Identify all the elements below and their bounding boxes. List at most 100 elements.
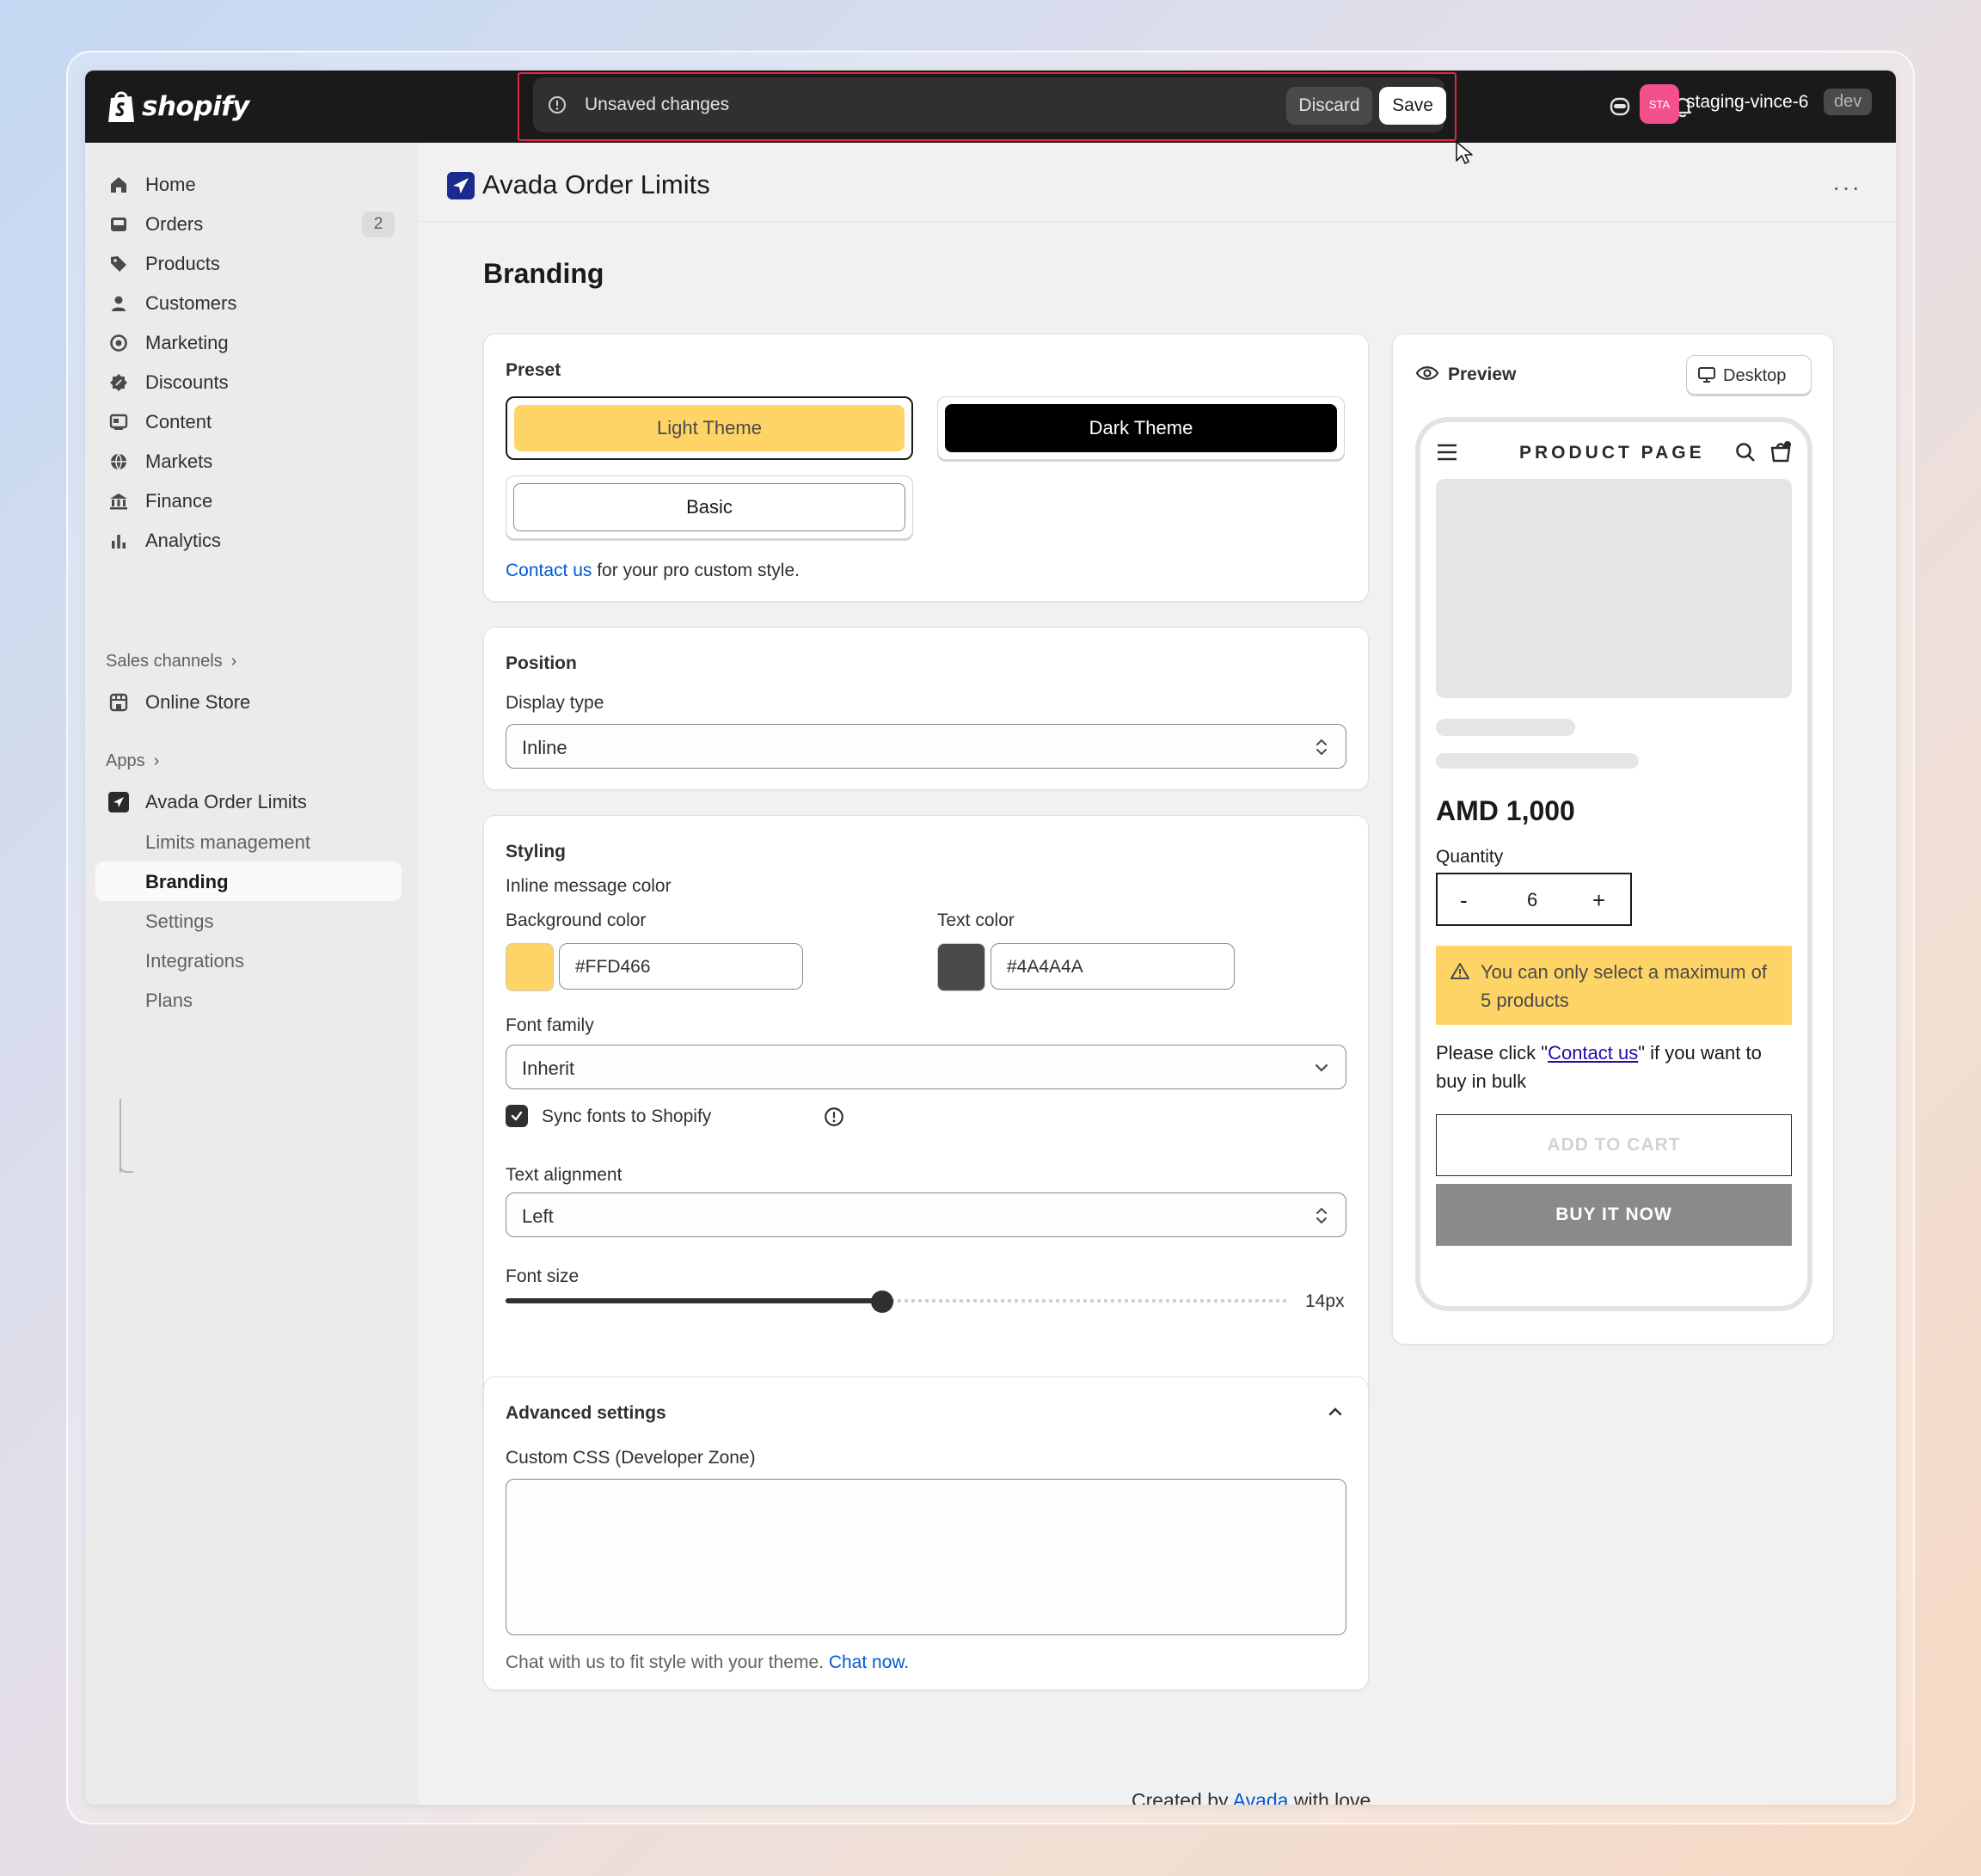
save-button[interactable]: Save [1379,87,1446,125]
product-title-placeholder [1436,719,1575,736]
dark-theme-option[interactable]: Dark Theme [937,396,1345,460]
advanced-settings-card: Advanced settings Custom CSS (Developer … [483,1376,1369,1690]
sync-fonts-checkbox[interactable] [506,1105,528,1127]
display-type-label: Display type [506,693,604,713]
text-color-swatch[interactable] [937,943,985,991]
shopify-logo[interactable]: shopify [106,86,249,127]
footer-suffix: with love [1288,1789,1371,1805]
sidebar-item-products[interactable]: Products [95,244,402,284]
chevron-right-icon: › [153,751,160,770]
font-size-slider-thumb[interactable] [870,1291,893,1313]
font-family-value: Inherit [522,1058,575,1079]
product-image-placeholder [1436,479,1792,698]
sync-fonts-label: Sync fonts to Shopify [542,1107,712,1126]
bank-icon [110,494,127,510]
sidebar-item-avada-order-limits[interactable]: Avada Order Limits [95,782,402,822]
unsaved-changes-text: Unsaved changes [585,95,730,114]
sidebar-item-discounts[interactable]: Discounts [95,363,402,402]
text-color-value: #4A4A4A [1007,957,1083,977]
font-family-label: Font family [506,1015,594,1035]
cart-icon [1770,441,1791,463]
custom-css-textarea[interactable] [506,1479,1346,1635]
sidebar-subitem-plans[interactable]: Plans [95,980,402,1020]
bulk-contact-text: Please click "Contact us" if you want to… [1436,1039,1792,1095]
basic-theme-button: Basic [513,483,905,531]
order-limit-text: You can only select a maximum of 5 produ… [1481,961,1768,1011]
sidekick-icon[interactable] [1604,91,1635,122]
custom-css-label: Custom CSS (Developer Zone) [506,1448,756,1468]
avada-app-icon [447,172,475,199]
preset-card: Preset Light Theme Dark Theme Basic Cont… [483,334,1369,602]
light-theme-option[interactable]: Light Theme [506,396,913,460]
top-bar: shopify Unsaved changes Discard Save STA… [85,71,1896,143]
sidebar-item-marketing[interactable]: Marketing [95,323,402,363]
basic-theme-option[interactable]: Basic [506,475,913,539]
avada-link[interactable]: Avada [1233,1789,1289,1805]
device-toggle-button[interactable]: Desktop [1686,355,1812,395]
sidebar-item-content[interactable]: Content [95,402,402,442]
sidebar: Home Orders 2 Products Customers Marketi… [85,143,419,1805]
sidebar-item-home[interactable]: Home [95,165,402,205]
app-header: Avada Order Limits ··· [419,143,1896,222]
text-color-input[interactable]: #4A4A4A [990,943,1235,990]
tree-connector-arrow [120,1149,133,1173]
chevron-up-icon[interactable] [1325,1401,1346,1422]
sidebar-item-customers[interactable]: Customers [95,284,402,323]
sidebar-item-orders[interactable]: Orders 2 [95,205,402,244]
orders-icon [111,218,126,231]
contact-hint-text: for your pro custom style. [592,561,800,580]
admin-window: shopify Unsaved changes Discard Save STA… [85,71,1896,1805]
select-updown-icon [1316,739,1327,756]
more-actions-icon[interactable]: ··· [1832,174,1861,201]
checkmark-icon [511,1111,523,1121]
background-color-swatch[interactable] [506,943,554,991]
discount-icon [110,374,127,391]
sidebar-item-label: Finance [145,490,213,512]
sidebar-item-label: Avada Order Limits [145,791,307,812]
chat-help-text: Chat with us to fit style with your them… [506,1652,829,1672]
info-icon[interactable] [823,1106,845,1128]
background-color-input[interactable]: #FFD466 [559,943,803,990]
text-alignment-select[interactable]: Left [506,1192,1346,1237]
product-page-header: PRODUCT PAGE [1420,422,1807,474]
sidebar-item-label: Online Store [145,691,251,713]
sidebar-subitem-branding[interactable]: Branding [95,861,402,901]
globe-icon [111,453,126,470]
sidebar-item-markets[interactable]: Markets [95,442,402,481]
sidebar-item-analytics[interactable]: Analytics [95,521,402,561]
store-avatar[interactable]: STA [1640,84,1679,124]
sidebar-item-label: Marketing [145,332,229,353]
contextual-save-bar: Unsaved changes Discard Save [533,77,1446,132]
sales-channels-heading[interactable]: Sales channels › [106,652,236,671]
display-type-select[interactable]: Inline [506,724,1346,769]
styling-title: Styling [506,842,567,861]
page-title: Branding [483,258,604,289]
avada-app-icon [108,792,129,812]
contact-us-link[interactable]: Contact us [506,561,592,580]
sidebar-subitem-integrations[interactable]: Integrations [95,941,402,980]
target-icon [110,334,127,352]
subitem-label: Limits management [145,831,310,853]
subitem-label: Integrations [145,950,244,972]
chat-now-link[interactable]: Chat now. [829,1652,909,1672]
sidebar-item-finance[interactable]: Finance [95,481,402,521]
advanced-settings-title: Advanced settings [506,1403,666,1423]
sidebar-subitem-limits-management[interactable]: Limits management [95,822,402,861]
contact-hint: Contact us for your pro custom style. [506,561,800,581]
sidebar-item-online-store[interactable]: Online Store [95,683,402,722]
sidebar-subitem-settings[interactable]: Settings [95,901,402,941]
text-alignment-value: Left [522,1205,554,1227]
font-family-select[interactable]: Inherit [506,1045,1346,1089]
apps-label: Apps [106,751,145,770]
sidebar-item-label: Markets [145,451,213,472]
chevron-down-icon [1315,1064,1328,1072]
text-color-label: Text color [937,910,1015,930]
discard-button[interactable]: Discard [1286,87,1372,125]
store-name[interactable]: staging-vince-6 [1686,92,1808,113]
sidebar-item-label: Discounts [145,371,229,393]
apps-heading[interactable]: Apps › [106,751,159,771]
add-to-cart-button: ADD TO CART [1436,1114,1792,1176]
chevron-right-icon: › [230,652,237,671]
subitem-label: Plans [145,990,193,1011]
app-title: Avada Order Limits [482,169,710,199]
